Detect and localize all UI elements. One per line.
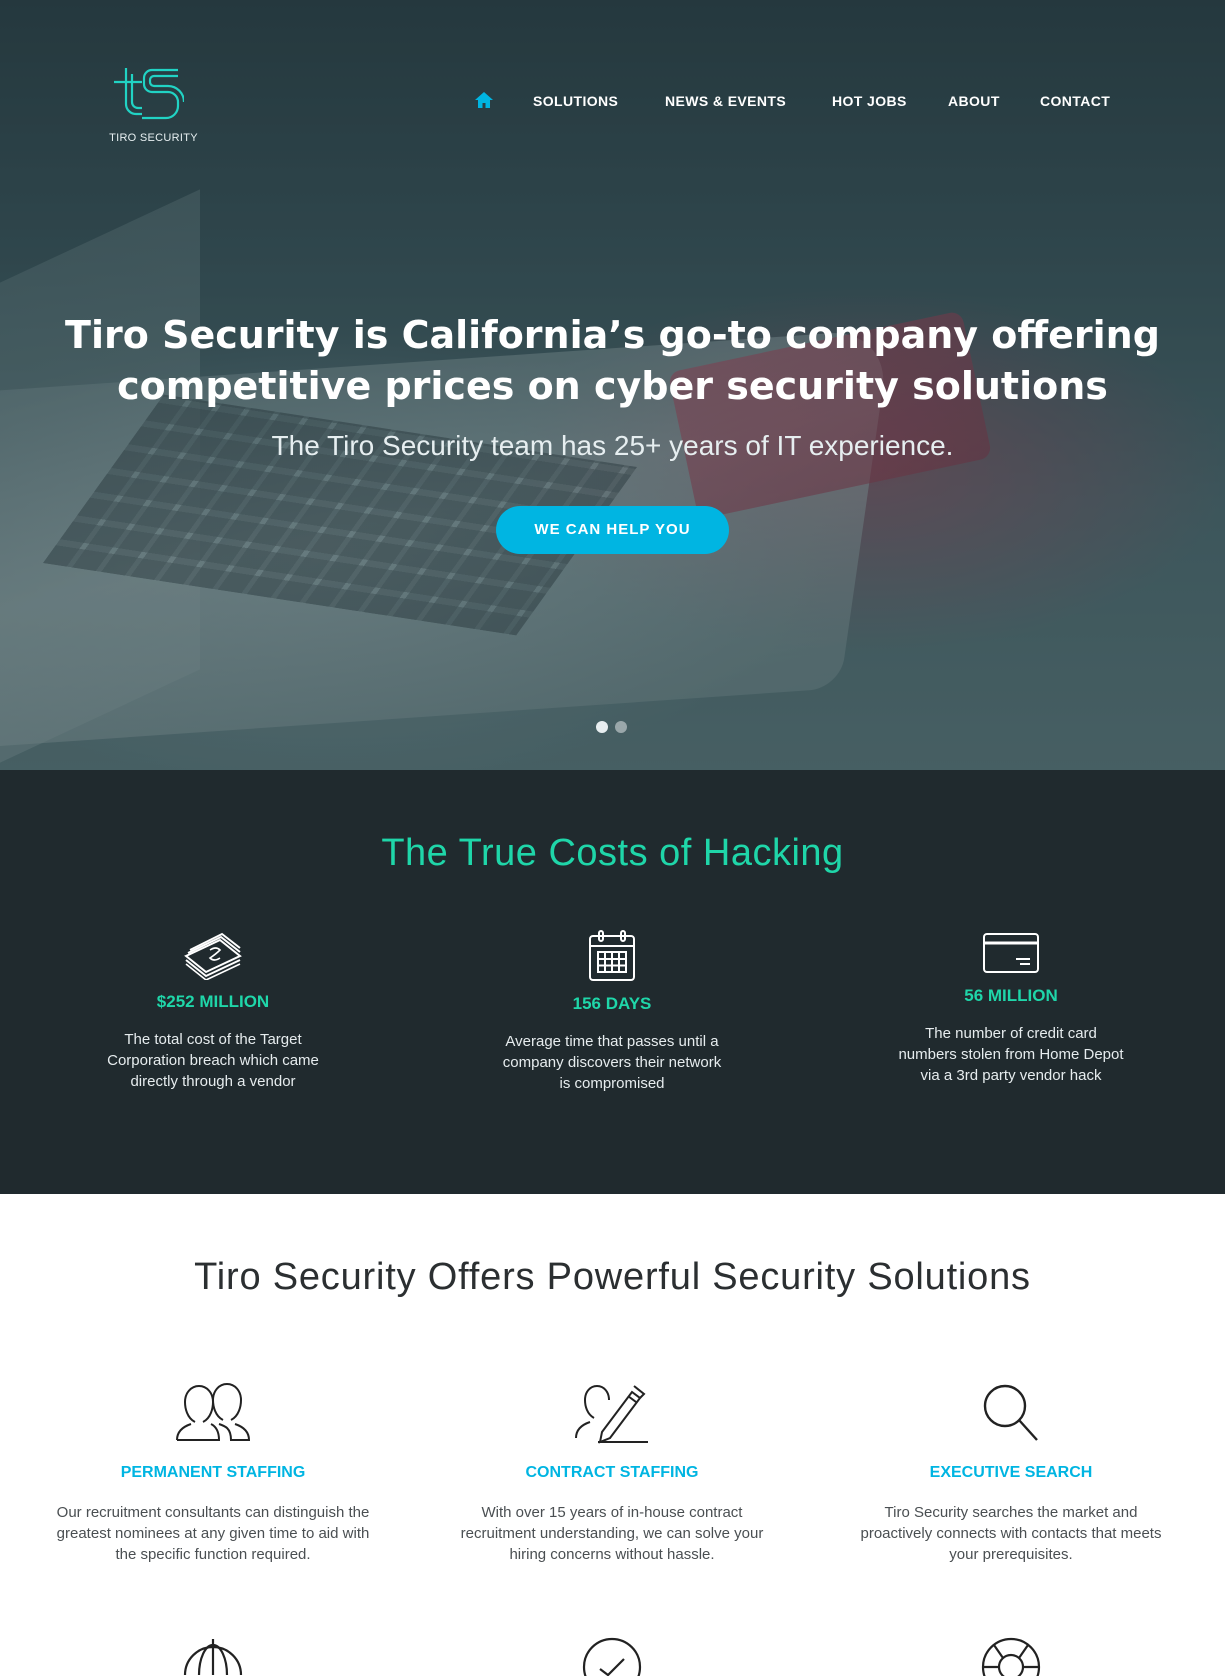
stat-target-breach: $252 MILLION The total cost of the Targe…: [53, 930, 373, 1092]
stat-value: 56 MILLION: [964, 986, 1058, 1005]
checkmark-circle-icon: [582, 1637, 642, 1676]
solution-desc: With over 15 years of in-house contract …: [437, 1502, 787, 1565]
stat-desc-line: The number of credit card: [925, 1025, 1097, 1042]
money-stack-icon: [184, 932, 242, 980]
stat-desc-line: numbers stolen from Home Depot: [898, 1046, 1124, 1063]
we-can-help-you-button[interactable]: WE CAN HELP YOU: [496, 506, 729, 554]
stat-desc-line: via a 3rd party vendor hack: [920, 1067, 1102, 1084]
stat-desc: Average time that passes until a company…: [452, 1031, 772, 1094]
solution-desc-line: Our recruitment consultants can distingu…: [56, 1504, 370, 1521]
solution-desc: Our recruitment consultants can distingu…: [38, 1502, 388, 1565]
solution-permanent-staffing[interactable]: PERMANENT STAFFING Our recruitment consu…: [38, 1382, 388, 1565]
costs-section: The True Costs of Hacking $252 MILLION T…: [0, 770, 1225, 1194]
solution-desc-line: hiring concerns without hassle.: [509, 1546, 715, 1563]
logo-text: TIRO SECURITY: [109, 132, 198, 144]
solutions-section: Tiro Security Offers Powerful Security S…: [0, 1194, 1225, 1676]
stat-desc-line: directly through a vendor: [130, 1073, 296, 1090]
solution-executive-search[interactable]: EXECUTIVE SEARCH Tiro Security searches …: [836, 1382, 1186, 1565]
solution-desc-line: Tiro Security searches the market and: [884, 1504, 1138, 1521]
solution-desc-line: proactively connects with contacts that …: [860, 1525, 1162, 1542]
carousel-dot-2[interactable]: [615, 721, 627, 733]
solution-desc: Tiro Security searches the market and pr…: [836, 1502, 1186, 1565]
calendar-icon: [589, 930, 635, 981]
stat-desc-line: company discovers their network: [502, 1054, 722, 1071]
nav-item-contact[interactable]: CONTACT: [1040, 93, 1110, 109]
home-icon[interactable]: [474, 91, 494, 109]
solution-desc-line: your prerequisites.: [949, 1546, 1073, 1563]
stat-desc-line: The total cost of the Target: [124, 1031, 302, 1048]
hero-section: TIRO SECURITY SOLUTIONS NEWS & EVENTS HO…: [0, 0, 1225, 770]
umbrella-icon: [183, 1639, 243, 1676]
hero-title: Tiro Security is California’s go-to comp…: [0, 310, 1225, 412]
logo-mark-icon: [114, 68, 184, 120]
nav-item-hot-jobs[interactable]: HOT JOBS: [832, 93, 907, 109]
stat-desc: The total cost of the Target Corporation…: [53, 1029, 373, 1092]
stat-value: 156 DAYS: [572, 994, 652, 1013]
solution-desc-line: recruitment understanding, we can solve …: [460, 1525, 764, 1542]
solution-contract-staffing[interactable]: CONTRACT STAFFING With over 15 years of …: [437, 1382, 787, 1565]
nav-item-about[interactable]: ABOUT: [948, 93, 1000, 109]
stat-days-to-discover: 156 DAYS Average time that passes until …: [452, 930, 772, 1094]
solution-desc-line: With over 15 years of in-house contract: [481, 1504, 743, 1521]
stat-value: $252 MILLION: [156, 992, 270, 1011]
stat-desc: The number of credit card numbers stolen…: [851, 1023, 1171, 1086]
solutions-title: Tiro Security Offers Powerful Security S…: [194, 1256, 1031, 1298]
solution-desc-line: greatest nominees at any given time to a…: [56, 1525, 370, 1542]
lifebuoy-icon: [981, 1637, 1041, 1676]
solution-name: EXECUTIVE SEARCH: [929, 1464, 1093, 1481]
solution-name: PERMANENT STAFFING: [120, 1464, 306, 1481]
stat-credit-cards-stolen: 56 MILLION The number of credit card num…: [851, 932, 1171, 1086]
hero-title-line-1: Tiro Security is California’s go-to comp…: [65, 313, 1160, 357]
hero-title-line-2: competitive prices on cyber security sol…: [117, 364, 1108, 408]
nav-item-news-events[interactable]: NEWS & EVENTS: [665, 93, 786, 109]
logo[interactable]: TIRO SECURITY: [106, 64, 201, 144]
magnifier-icon: [983, 1384, 1038, 1441]
solution-name: CONTRACT STAFFING: [525, 1464, 699, 1481]
stat-desc-line: is compromised: [559, 1075, 665, 1092]
pen-signature-icon: [575, 1384, 648, 1444]
stat-desc-line: Average time that passes until a: [505, 1033, 719, 1050]
stat-desc-line: Corporation breach which came: [107, 1052, 319, 1069]
credit-card-icon: [983, 933, 1039, 973]
costs-title: The True Costs of Hacking: [381, 832, 844, 874]
hero-subtitle: The Tiro Security team has 25+ years of …: [271, 430, 954, 461]
solution-desc-line: the specific function required.: [115, 1546, 311, 1563]
nav-item-solutions[interactable]: SOLUTIONS: [533, 93, 618, 109]
people-icon: [176, 1382, 251, 1441]
carousel-dot-1[interactable]: [596, 721, 608, 733]
